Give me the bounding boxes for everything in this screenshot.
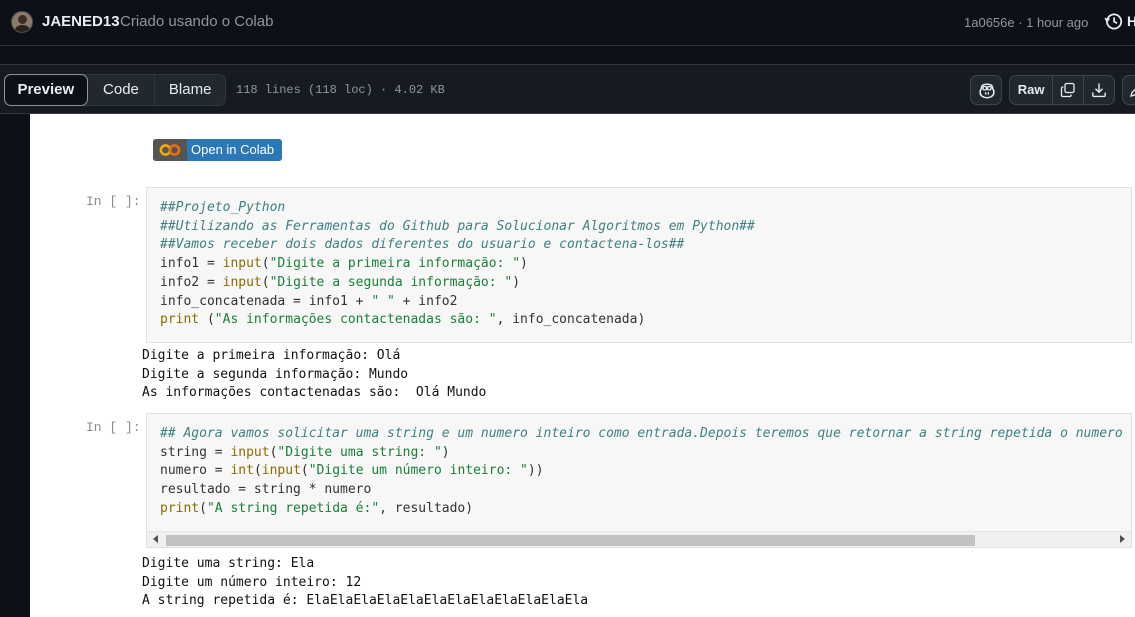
file-toolbar: Preview Code Blame 118 lines (118 loc) ·…: [0, 64, 1135, 114]
code-line: info1 = input("Digite a primeira informa…: [160, 256, 528, 271]
history-label[interactable]: H: [1127, 13, 1135, 29]
code-line: print("A string repetida é:", resultado): [160, 501, 473, 516]
code-line: ##Vamos receber dois dados diferentes do…: [160, 237, 684, 252]
code-token: ##Vamos receber dois dados diferentes do…: [160, 237, 685, 253]
code-token: ##Projeto_Python: [160, 200, 286, 215]
copilot-button[interactable]: [970, 75, 1002, 105]
left-gutter: [0, 114, 30, 617]
code-cell[interactable]: ##Projeto_Python ##Utilizando as Ferramen…: [146, 187, 1132, 343]
download-icon: [1091, 83, 1106, 98]
raw-button[interactable]: Raw: [1010, 76, 1054, 104]
scroll-right-icon[interactable]: [1120, 535, 1125, 543]
code-token: numero =: [160, 463, 231, 479]
output-line: A string repetida é: ElaElaElaElaElaElaE…: [142, 593, 589, 608]
code-token: "Digite uma string: ": [277, 444, 442, 460]
tab-code[interactable]: Code: [88, 75, 156, 105]
code-line: info_concatenada = info1 + " " + info2: [160, 294, 457, 309]
horizontal-scrollbar[interactable]: [147, 531, 1131, 547]
copy-icon: [1060, 82, 1075, 98]
code-cell[interactable]: ## Agora vamos solicitar uma string e um…: [146, 413, 1132, 548]
code-token: ## Agora vamos solicitar uma string e um…: [160, 426, 1123, 441]
file-info: 118 lines (118 loc) · 4.02 KB: [236, 83, 445, 97]
code-line: string = input("Digite uma string: "): [160, 445, 450, 460]
tab-blame[interactable]: Blame: [155, 75, 225, 105]
code-token: resultado = string * numero: [160, 482, 372, 498]
author-avatar[interactable]: [11, 11, 33, 33]
output-line: Digite a segunda informação: Mundo: [142, 366, 409, 382]
notebook-preview: Open in Colab In [ ]: ##Projeto_Python ##…: [30, 114, 1135, 617]
code-token: int: [230, 463, 254, 479]
view-mode-tabs: Preview Code Blame: [4, 74, 226, 106]
code-token: "Digite a primeira informação: ": [269, 256, 521, 272]
code-token: (: [253, 463, 262, 479]
code-token: , resultado): [379, 500, 474, 516]
code-token: "A string repetida é:": [206, 500, 380, 516]
code-token: (: [261, 274, 270, 290]
output-line: As informações contactenadas são: Olá Mu…: [142, 385, 487, 400]
code-token: ): [441, 444, 450, 460]
code-line: ##Utilizando as Ferramentas do Github pa…: [160, 219, 755, 234]
commit-header: JAENED13 Criado usando o Colab 1a0656e ·…: [0, 0, 1135, 46]
output-line: Digite uma string: Ela: [142, 556, 315, 571]
code-token: string =: [160, 444, 231, 460]
code-token: info2 =: [160, 274, 223, 290]
code-token: input: [222, 256, 262, 272]
output-line: Digite um número inteiro: 12: [142, 574, 362, 590]
code-line: print ("As informações contactenadas são…: [160, 312, 645, 327]
copilot-icon: [979, 83, 995, 99]
code-token: "Digite um número inteiro: ": [308, 463, 528, 479]
code-token: ): [512, 274, 521, 290]
code-line: ##Projeto_Python: [160, 200, 285, 215]
code-token: print: [160, 500, 200, 516]
commit-meta[interactable]: 1a0656e · 1 hour ago: [964, 15, 1088, 30]
code-token: (: [199, 500, 207, 516]
code-line: numero = int(input("Digite um número int…: [160, 463, 544, 478]
code-token: (: [261, 256, 270, 272]
pencil-icon: [1130, 88, 1135, 97]
cell-prompt: In [ ]:: [86, 420, 141, 435]
code-token: "As informações contactenadas são: ": [214, 312, 497, 328]
file-actions-group: Raw: [1009, 75, 1115, 105]
code-token: (: [300, 463, 309, 479]
code-token: ##Utilizando as Ferramentas do Github pa…: [160, 218, 755, 234]
code-line: resultado = string * numero: [160, 482, 371, 497]
cell-prompt: In [ ]:: [86, 194, 141, 209]
history-icon[interactable]: [1104, 12, 1123, 31]
code-token: (: [199, 312, 215, 328]
open-in-colab-badge[interactable]: Open in Colab: [153, 139, 282, 161]
code-token: , info_concatenada): [496, 312, 646, 328]
commit-message[interactable]: Criado usando o Colab: [120, 13, 273, 30]
code-token: info_concatenada = info1 +: [160, 293, 372, 309]
output-line: Digite a primeira informação: Olá: [142, 348, 401, 363]
edit-button[interactable]: [1122, 75, 1135, 105]
code-token: " ": [371, 293, 395, 309]
code-token: input: [261, 463, 301, 479]
code-line: info2 = input("Digite a segunda informaç…: [160, 275, 520, 290]
scrollbar-thumb[interactable]: [166, 535, 975, 546]
colab-badge-text: Open in Colab: [191, 142, 275, 157]
colab-logo-icon: [153, 139, 187, 161]
copy-button[interactable]: [1053, 76, 1084, 104]
download-button[interactable]: [1084, 76, 1114, 104]
scroll-left-icon[interactable]: [153, 535, 158, 543]
code-token: print: [160, 312, 200, 328]
tab-preview[interactable]: Preview: [4, 74, 88, 106]
code-token: input: [230, 444, 270, 460]
code-token: info1 =: [160, 256, 223, 272]
code-token: input: [222, 274, 262, 290]
code-token: ): [520, 256, 528, 272]
code-token: )): [527, 463, 544, 479]
code-token: + info2: [394, 293, 458, 309]
author-name[interactable]: JAENED13: [42, 13, 120, 30]
code-line: ## Agora vamos solicitar uma string e um…: [160, 426, 1123, 441]
code-token: "Digite a segunda informação: ": [269, 274, 513, 290]
